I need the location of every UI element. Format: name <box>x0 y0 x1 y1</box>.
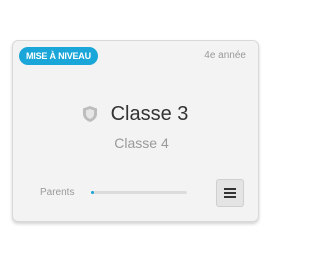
shield-icon <box>82 106 97 122</box>
upgrade-badge: MISE À NIVEAU <box>19 47 98 65</box>
class-title: Classe 3 <box>110 103 189 125</box>
hamburger-menu-icon <box>224 188 236 198</box>
grade-label: 4e année <box>204 50 246 61</box>
parents-label: Parents <box>40 187 75 198</box>
class-subtitle: Classe 4 <box>114 135 169 151</box>
class-title-row: Classe 3 <box>13 102 258 126</box>
parents-progress-bar <box>91 191 187 194</box>
class-card[interactable]: MISE À NIVEAU 4e année Classe 3 Classe 4… <box>12 40 259 222</box>
card-menu-button[interactable] <box>216 179 244 207</box>
parents-progress-fill <box>91 191 94 194</box>
